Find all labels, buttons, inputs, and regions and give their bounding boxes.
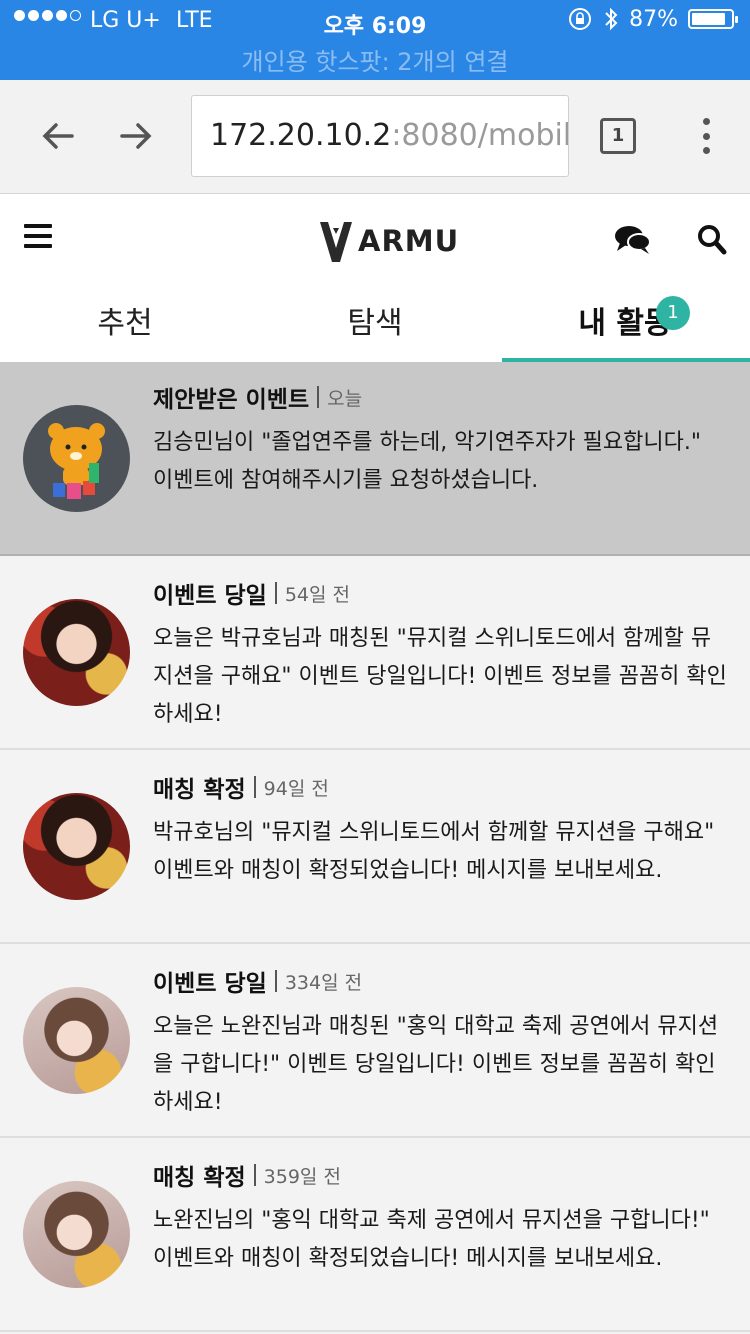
- notification-text: 노완진님의 "홍익 대학교 축제 공연에서 뮤지션을 구합니다!" 이벤트와 매…: [153, 1208, 710, 1271]
- bluetooth-icon: [605, 7, 618, 31]
- hotspot-banner[interactable]: 개인용 핫스팟: 2개의 연결: [0, 42, 750, 77]
- notification-title: 매칭 확정: [153, 777, 246, 803]
- notification-text: 오늘은 노완진님과 매칭된 "홍익 대학교 축제 공연에서 뮤지션을 구합니다!…: [153, 1014, 719, 1115]
- battery-percent: 87%: [629, 6, 678, 32]
- notification-title: 제안받은 이벤트: [153, 387, 310, 413]
- notification-time: 334일 전: [284, 971, 363, 994]
- notification-title: 이벤트 당일: [153, 583, 267, 609]
- url-path: :8080/mobile: [391, 118, 568, 153]
- notification-title: 매칭 확정: [153, 1165, 246, 1191]
- back-arrow-icon[interactable]: [38, 116, 78, 156]
- user-avatar[interactable]: [23, 793, 130, 900]
- search-icon[interactable]: [697, 224, 727, 256]
- notification-time: 94일 전: [263, 777, 329, 800]
- chat-icon[interactable]: [614, 224, 652, 256]
- notification-item[interactable]: 이벤트 당일 54일 전 오늘은 박규호님과 매칭된 "뮤지컬 스위니토드에서 …: [0, 558, 750, 750]
- notification-text: 박규호님의 "뮤지컬 스위니토드에서 함께할 뮤지션을 구해요" 이벤트와 매칭…: [153, 820, 715, 883]
- logo[interactable]: ARMU: [318, 216, 459, 266]
- activity-feed: 제안받은 이벤트 오늘 김승민님이 "졸업연주를 하는데, 악기연주자가 필요합…: [0, 362, 750, 1334]
- notification-text: 김승민님이 "졸업연주를 하는데, 악기연주자가 필요합니다." 이벤트에 참여…: [153, 430, 701, 493]
- app-header: ARMU: [0, 194, 750, 286]
- notification-text: 오늘은 박규호님과 매칭된 "뮤지컬 스위니토드에서 함께할 뮤지션을 구해요"…: [153, 626, 727, 727]
- notification-item[interactable]: 매칭 확정 359일 전 노완진님의 "홍익 대학교 축제 공연에서 뮤지션을 …: [0, 1140, 750, 1332]
- main-tabs: 추천 탐색 내 활동: [0, 286, 750, 362]
- notification-item[interactable]: 매칭 확정 94일 전 박규호님의 "뮤지컬 스위니토드에서 함께할 뮤지션을 …: [0, 752, 750, 944]
- more-menu-icon[interactable]: [700, 118, 712, 154]
- notification-title: 이벤트 당일: [153, 971, 267, 997]
- forward-arrow-icon[interactable]: [116, 116, 156, 156]
- notification-item[interactable]: 제안받은 이벤트 오늘 김승민님이 "졸업연주를 하는데, 악기연주자가 필요합…: [0, 362, 750, 556]
- logo-text: ARMU: [358, 224, 460, 258]
- notification-time: 오늘: [327, 387, 363, 410]
- status-bar: LG U+ LTE 오후 6:09 87% 개인용 핫스팟: 2개의 연결: [0, 0, 750, 80]
- address-bar[interactable]: 172.20.10.2:8080/mobile: [191, 95, 569, 177]
- notification-time: 359일 전: [263, 1165, 341, 1188]
- user-avatar[interactable]: [23, 1181, 130, 1288]
- battery-icon: [688, 9, 738, 29]
- notification-item[interactable]: 이벤트 당일 334일 전 오늘은 노완진님과 매칭된 "홍익 대학교 축제 공…: [0, 946, 750, 1138]
- tab-switcher-button[interactable]: 1: [600, 118, 636, 154]
- logo-mark-icon: [320, 222, 352, 262]
- menu-icon[interactable]: [24, 224, 52, 248]
- user-avatar[interactable]: [23, 987, 130, 1094]
- activity-count-badge: 1: [656, 296, 690, 330]
- user-avatar[interactable]: [23, 599, 130, 706]
- browser-toolbar: 172.20.10.2:8080/mobile 1: [0, 80, 750, 194]
- url-host: 172.20.10.2: [210, 118, 392, 153]
- bear-avatar[interactable]: [23, 405, 130, 512]
- notification-time: 54일 전: [284, 583, 350, 606]
- tab-my-activity[interactable]: 내 활동: [500, 286, 750, 362]
- tab-explore[interactable]: 탐색: [250, 286, 500, 362]
- rotation-lock-icon: [569, 8, 592, 30]
- tab-recommend[interactable]: 추천: [0, 286, 250, 362]
